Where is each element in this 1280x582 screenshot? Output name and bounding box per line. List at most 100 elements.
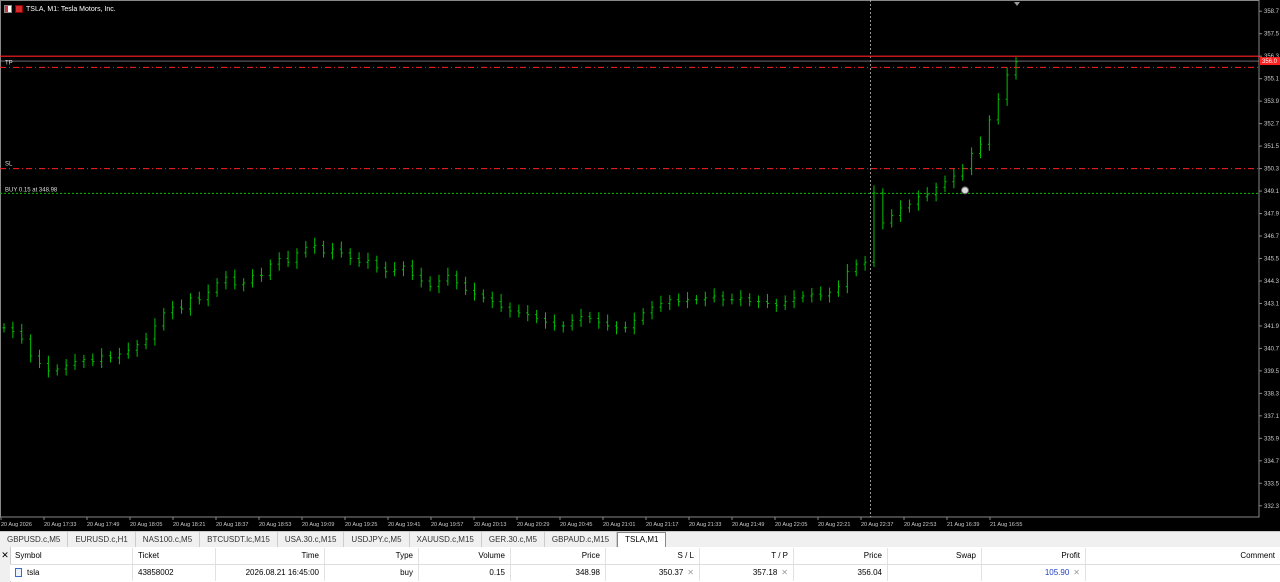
cell-ticket: 43858002 — [133, 565, 216, 581]
remove-tp-icon[interactable]: ✕ — [781, 568, 788, 577]
column-header[interactable]: Volume — [419, 548, 511, 564]
y-axis-label: 347.9 — [1264, 212, 1280, 218]
one-click-trading-icon[interactable] — [15, 5, 23, 13]
tab-chart[interactable]: GBPUSD.c,M5 — [0, 532, 69, 547]
x-axis-label: 20 Aug 19:09 — [302, 522, 334, 528]
chart-tabs: GBPUSD.c,M5 EURUSD.c,H1 NAS100.c,M5 BTCUSDT… — [0, 531, 1280, 547]
column-header[interactable]: Profit — [982, 548, 1086, 564]
chart-title: TSLA, M1: Tesla Motors, Inc. — [26, 5, 116, 13]
cell-profit[interactable]: 105.90 ✕ — [982, 565, 1086, 581]
column-header[interactable]: Price — [511, 548, 606, 564]
column-header[interactable]: Ticket — [133, 548, 216, 564]
y-axis-label: 343.1 — [1264, 301, 1280, 307]
x-axis-label: 20 Aug 19:57 — [431, 522, 463, 528]
cell-volume: 0.15 — [419, 565, 511, 581]
cell-sl[interactable]: 350.37 ✕ — [606, 565, 700, 581]
column-header[interactable]: T / P — [700, 548, 794, 564]
chart-menu-icon[interactable] — [4, 5, 12, 13]
price-chart[interactable]: TPSLBUY 0.15 at 348.98358.7357.5356.3355… — [0, 0, 1280, 530]
column-header[interactable]: Type — [325, 548, 419, 564]
cell-tp[interactable]: 357.18 ✕ — [700, 565, 794, 581]
buy-label: BUY 0.15 at 348.98 — [5, 187, 58, 193]
x-axis-label: 20 Aug 22:37 — [861, 522, 893, 528]
cell-current-price: 356.04 — [794, 565, 888, 581]
y-axis-label: 341.9 — [1264, 324, 1280, 330]
y-axis-label: 346.7 — [1264, 234, 1280, 240]
table-header: Symbol Ticket Time Type Volume Price S / LT / … — [10, 548, 1280, 565]
x-axis-label: 20 Aug 22:05 — [775, 522, 807, 528]
x-axis-label: 20 Aug 21:49 — [732, 522, 764, 528]
x-axis-label: 20 Aug 21:33 — [689, 522, 721, 528]
trade-marker-icon[interactable] — [961, 186, 969, 195]
chart-shift-icon[interactable] — [1014, 2, 1020, 6]
x-axis-label: 20 Aug 18:21 — [173, 522, 205, 528]
tab-chart[interactable]: USA.30.c,M15 — [278, 532, 345, 547]
x-axis-label: 20 Aug 19:41 — [388, 522, 420, 528]
column-header[interactable]: Swap — [888, 548, 982, 564]
x-axis-label: 20 Aug 20:13 — [474, 522, 506, 528]
x-axis-label: 20 Aug 22:53 — [904, 522, 936, 528]
column-header[interactable]: Symbol — [10, 548, 133, 564]
tp-label: TP — [5, 60, 13, 66]
y-axis-label: 340.7 — [1264, 346, 1280, 352]
close-position-icon[interactable]: ✕ — [1073, 568, 1080, 577]
x-axis-label: 20 Aug 21:17 — [646, 522, 678, 528]
cell-symbol: tsla — [10, 565, 133, 581]
remove-sl-icon[interactable]: ✕ — [687, 568, 694, 577]
x-axis-label: 20 Aug 2026 — [1, 522, 32, 528]
sl-label: SL — [5, 162, 13, 168]
tab-chart[interactable]: TSLA,M1 — [617, 532, 667, 547]
y-axis-label: 352.7 — [1264, 122, 1280, 128]
x-axis-label: 20 Aug 17:49 — [87, 522, 119, 528]
column-header[interactable]: Time — [216, 548, 325, 564]
x-axis-label: 20 Aug 22:21 — [818, 522, 850, 528]
column-header[interactable]: Comment — [1086, 548, 1280, 564]
cell-type: buy — [325, 565, 419, 581]
position-icon — [15, 568, 22, 578]
y-axis-label: 351.5 — [1264, 144, 1280, 150]
tab-chart[interactable]: GBPAUD.c,M15 — [545, 532, 618, 547]
cell-swap — [888, 565, 982, 581]
y-axis-label: 334.7 — [1264, 459, 1280, 465]
tab-chart[interactable]: NAS100.c,M5 — [136, 532, 201, 547]
y-axis-label: 337.1 — [1264, 414, 1280, 420]
cell-price: 348.98 — [511, 565, 606, 581]
x-axis-label: 20 Aug 18:05 — [130, 522, 162, 528]
y-axis-label: 344.3 — [1264, 279, 1280, 285]
tab-chart[interactable]: USDJPY.c,M5 — [344, 532, 410, 547]
x-axis-label: 20 Aug 18:53 — [259, 522, 291, 528]
x-axis-label: 20 Aug 18:37 — [216, 522, 248, 528]
cell-comment — [1086, 565, 1280, 581]
x-axis-label: 20 Aug 17:33 — [44, 522, 76, 528]
y-axis-label: 332.3 — [1264, 504, 1280, 510]
y-axis-label: 349.1 — [1264, 189, 1280, 195]
x-axis-label: 20 Aug 19:25 — [345, 522, 377, 528]
table-row[interactable]: tsla 43858002 2026.08.21 16:45:00 buy 0.… — [10, 565, 1280, 581]
tab-chart[interactable]: EURUSD.c,H1 — [68, 532, 136, 547]
column-header[interactable]: Price — [794, 548, 888, 564]
y-axis-label: 355.1 — [1264, 77, 1280, 83]
y-axis-label: 353.9 — [1264, 99, 1280, 105]
x-axis-label: 20 Aug 21:01 — [603, 522, 635, 528]
chart-frame — [0, 0, 1260, 518]
column-header[interactable]: S / L — [606, 548, 700, 564]
x-axis-label: 21 Aug 16:55 — [990, 522, 1022, 528]
current-price-label: 356.0 — [1262, 59, 1278, 65]
chart-area[interactable]: TSLA, M1: Tesla Motors, Inc. TP SL BUY 0.1… — [0, 0, 1280, 530]
trade-table: ✕ Symbol Ticket Time Type Volume Price S / LT … — [0, 547, 1280, 582]
x-axis-label: 20 Aug 20:29 — [517, 522, 549, 528]
y-axis-label: 357.5 — [1264, 32, 1280, 38]
y-axis-label: 338.3 — [1264, 391, 1280, 397]
chart-title-bar: TSLA, M1: Tesla Motors, Inc. — [4, 3, 116, 15]
x-axis-label: 20 Aug 20:45 — [560, 522, 592, 528]
tab-chart[interactable]: GER.30.c,M5 — [482, 532, 545, 547]
y-axis-label: 345.5 — [1264, 257, 1280, 263]
y-axis-label: 350.3 — [1264, 167, 1280, 173]
tab-chart[interactable]: BTCUSDT.lc,M15 — [200, 532, 278, 547]
y-axis-label: 333.5 — [1264, 481, 1280, 487]
cell-time: 2026.08.21 16:45:00 — [216, 565, 325, 581]
y-axis-label: 339.5 — [1264, 369, 1280, 375]
tab-chart[interactable]: XAUUSD.c,M15 — [410, 532, 482, 547]
y-axis-label: 335.9 — [1264, 436, 1280, 442]
x-axis-label: 21 Aug 16:39 — [947, 522, 979, 528]
